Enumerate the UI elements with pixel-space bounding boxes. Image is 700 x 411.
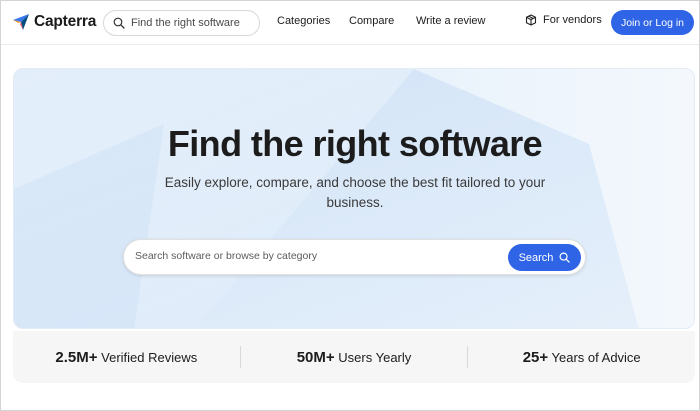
stats-bar: 2.5M+ Verified Reviews 50M+ Users Yearly… bbox=[13, 331, 695, 383]
search-icon bbox=[559, 252, 571, 263]
hero-search-button-label: Search bbox=[518, 251, 554, 264]
join-or-login-button[interactable]: Join or Log in bbox=[611, 10, 694, 35]
stat-label: Years of Advice bbox=[551, 349, 641, 365]
nav-compare[interactable]: Compare bbox=[349, 15, 394, 27]
nav-categories[interactable]: Categories bbox=[277, 15, 330, 27]
capterra-arrow-icon bbox=[13, 14, 29, 30]
hero-search-box[interactable]: Search bbox=[123, 239, 586, 275]
stat-users-yearly: 50M+ Users Yearly bbox=[241, 349, 468, 366]
for-vendors-label: For vendors bbox=[543, 14, 602, 26]
stat-years-of-advice: 25+ Years of Advice bbox=[468, 349, 695, 366]
hero-subtitle: Easily explore, compare, and choose the … bbox=[164, 175, 546, 210]
cube-icon bbox=[525, 14, 537, 26]
header-search-box[interactable] bbox=[103, 10, 261, 36]
capterra-logo[interactable]: Capterra bbox=[12, 13, 96, 31]
hero-search-input[interactable] bbox=[135, 250, 495, 262]
hero-title: Find the right software bbox=[167, 123, 543, 164]
stat-value: 50M+ bbox=[296, 348, 335, 366]
hero-search-button[interactable]: Search bbox=[508, 244, 581, 271]
top-navigation: Capterra Categories Compare Write a revi… bbox=[1, 1, 699, 45]
hero-section: Find the right software Easily explore, … bbox=[13, 68, 695, 329]
stat-label: Users Yearly bbox=[338, 349, 412, 365]
stat-verified-reviews: 2.5M+ Verified Reviews bbox=[13, 349, 240, 366]
nav-write-a-review[interactable]: Write a review bbox=[416, 15, 485, 27]
stat-label: Verified Reviews bbox=[101, 349, 198, 365]
search-icon bbox=[113, 17, 125, 29]
for-vendors-link[interactable]: For vendors bbox=[525, 14, 602, 26]
header-search-input[interactable] bbox=[131, 17, 261, 29]
stat-value: 25+ bbox=[522, 348, 549, 366]
logo-text: Capterra bbox=[34, 13, 97, 30]
stat-value: 2.5M+ bbox=[55, 348, 98, 366]
